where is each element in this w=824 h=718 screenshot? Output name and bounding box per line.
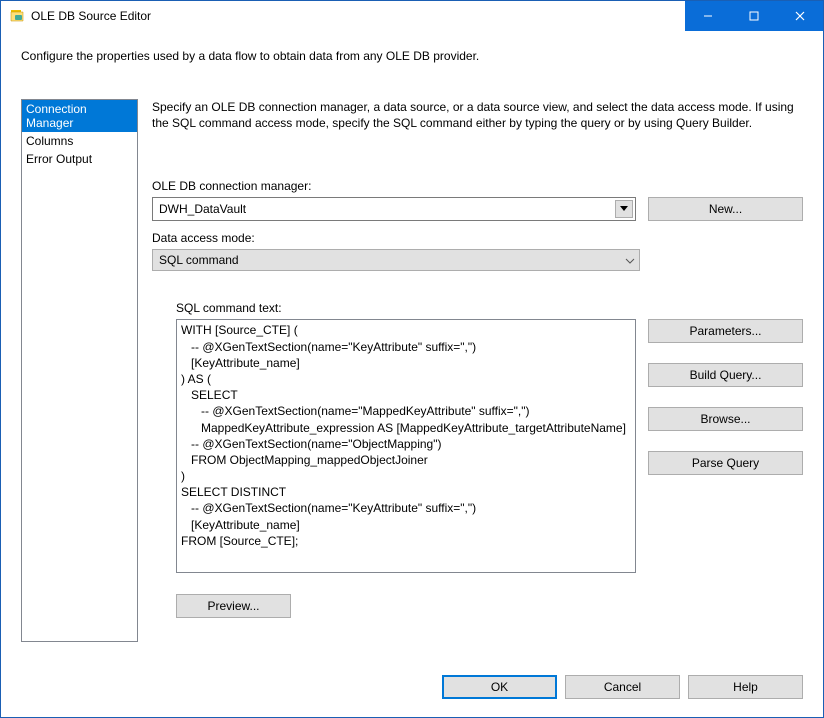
chevron-down-icon [625, 253, 635, 267]
titlebar: OLE DB Source Editor [1, 1, 823, 31]
data-mode-select[interactable]: SQL command [152, 249, 640, 271]
build-query-button[interactable]: Build Query... [648, 363, 803, 387]
conn-manager-label: OLE DB connection manager: [152, 179, 803, 193]
sql-text-label: SQL command text: [152, 301, 636, 315]
sidebar-item-columns[interactable]: Columns [22, 132, 137, 150]
content-pane: Specify an OLE DB connection manager, a … [152, 99, 803, 642]
window-controls [685, 1, 823, 31]
conn-manager-select[interactable]: DWH_DataVault [152, 197, 636, 221]
sql-command-text[interactable] [176, 319, 636, 573]
dialog-description: Configure the properties used by a data … [1, 31, 823, 71]
conn-manager-value: DWH_DataVault [159, 202, 246, 216]
footer: OK Cancel Help [442, 675, 803, 699]
dropdown-icon [615, 200, 633, 218]
window-title: OLE DB Source Editor [31, 9, 685, 23]
parameters-button[interactable]: Parameters... [648, 319, 803, 343]
help-button[interactable]: Help [688, 675, 803, 699]
sidebar-item-error-output[interactable]: Error Output [22, 150, 137, 168]
cancel-button[interactable]: Cancel [565, 675, 680, 699]
sidebar-item-connection-manager[interactable]: Connection Manager [22, 100, 137, 132]
new-button[interactable]: New... [648, 197, 803, 221]
ok-button[interactable]: OK [442, 675, 557, 699]
preview-button[interactable]: Preview... [176, 594, 291, 618]
minimize-button[interactable] [685, 1, 731, 31]
close-button[interactable] [777, 1, 823, 31]
sidebar: Connection Manager Columns Error Output [21, 99, 138, 642]
content-intro: Specify an OLE DB connection manager, a … [152, 99, 803, 131]
data-mode-value: SQL command [159, 253, 239, 267]
parse-query-button[interactable]: Parse Query [648, 451, 803, 475]
app-icon [9, 8, 25, 24]
browse-button[interactable]: Browse... [648, 407, 803, 431]
data-mode-label: Data access mode: [152, 231, 803, 245]
maximize-button[interactable] [731, 1, 777, 31]
